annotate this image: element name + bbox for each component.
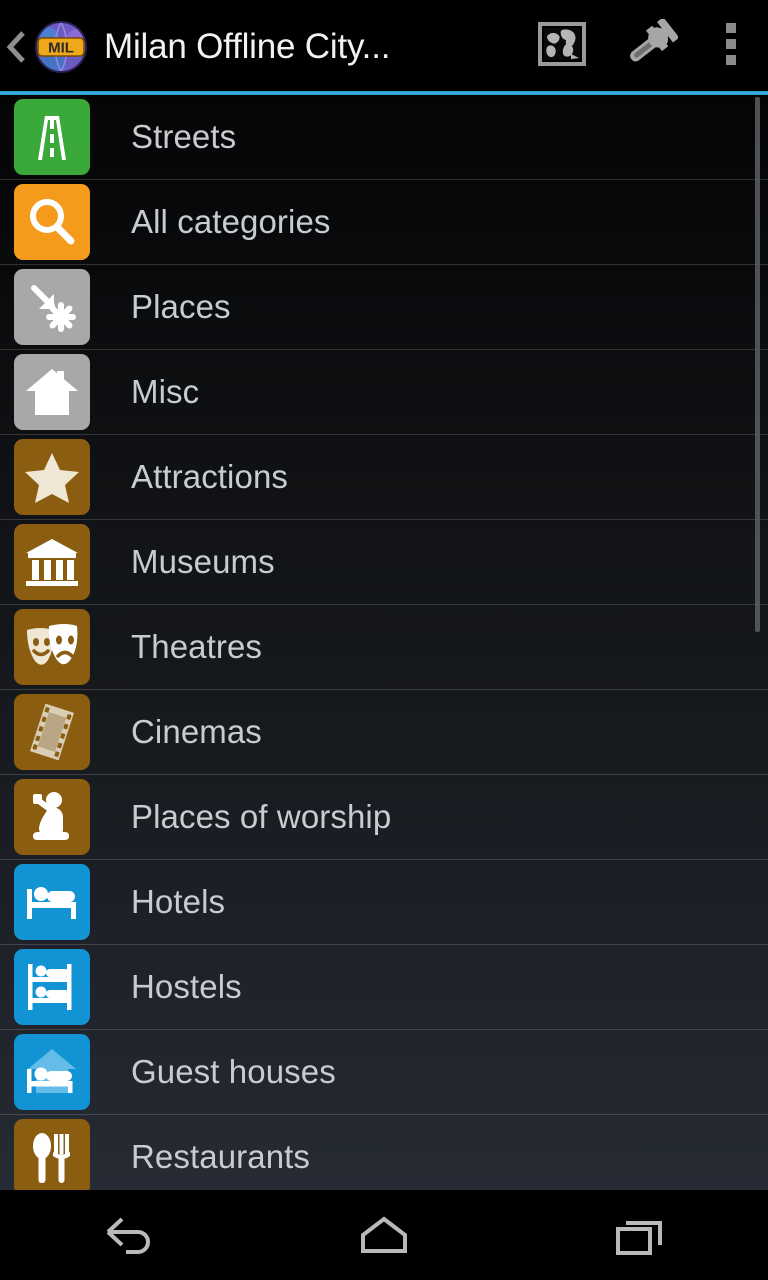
list-item-museums[interactable]: Museums bbox=[0, 520, 768, 605]
list-item-streets[interactable]: Streets bbox=[0, 95, 768, 180]
road-icon bbox=[14, 99, 90, 175]
list-item-label: Attractions bbox=[131, 458, 288, 495]
list-item-restaurants[interactable]: Restaurants bbox=[0, 1115, 768, 1190]
app-logo-globe-mil[interactable]: MIL bbox=[32, 18, 90, 76]
list-item-label: Restaurants bbox=[131, 1138, 311, 1175]
list-item-label: Streets bbox=[131, 118, 237, 155]
museum-icon bbox=[14, 524, 90, 600]
list-item-label: Hostels bbox=[131, 968, 242, 1005]
list-item-label: Misc bbox=[131, 373, 200, 410]
list-item-label: Hotels bbox=[131, 883, 226, 920]
list-item-all-categories[interactable]: All categories bbox=[0, 180, 768, 265]
category-list[interactable]: Streets All categories Places Misc Attra… bbox=[0, 95, 768, 1190]
list-item-label: Cinemas bbox=[131, 713, 262, 750]
theatre-masks-icon bbox=[14, 609, 90, 685]
nav-back-icon bbox=[92, 1205, 164, 1265]
list-item-guest-houses[interactable]: Guest houses bbox=[0, 1030, 768, 1115]
overflow-menu-button[interactable] bbox=[694, 0, 768, 93]
list-item-hotels[interactable]: Hotels bbox=[0, 860, 768, 945]
praying-icon bbox=[14, 779, 90, 855]
nav-recents-button[interactable] bbox=[512, 1190, 768, 1280]
list-item-cinemas[interactable]: Cinemas bbox=[0, 690, 768, 775]
list-item-label: Places of worship bbox=[131, 798, 392, 835]
house-icon bbox=[14, 354, 90, 430]
list-item-label: Theatres bbox=[131, 628, 263, 665]
list-item-misc[interactable]: Misc bbox=[0, 350, 768, 435]
film-strip-icon bbox=[14, 694, 90, 770]
list-item-hostels[interactable]: Hostels bbox=[0, 945, 768, 1030]
chevron-left-icon bbox=[6, 29, 28, 65]
nav-recents-icon bbox=[604, 1205, 676, 1265]
action-bar-buttons bbox=[518, 0, 768, 93]
list-item-places-of-worship[interactable]: Places of worship bbox=[0, 775, 768, 860]
up-navigation-button[interactable] bbox=[0, 0, 34, 93]
overflow-menu-icon bbox=[724, 21, 738, 72]
list-scrollbar[interactable] bbox=[755, 97, 760, 632]
nav-home-icon bbox=[348, 1205, 420, 1265]
cutlery-icon bbox=[14, 1119, 90, 1190]
bunk-bed-icon bbox=[14, 949, 90, 1025]
map-button[interactable] bbox=[518, 0, 606, 93]
list-item-label: Museums bbox=[131, 543, 275, 580]
star-icon bbox=[14, 439, 90, 515]
wrench-icon bbox=[622, 17, 680, 74]
list-item-attractions[interactable]: Attractions bbox=[0, 435, 768, 520]
app-screen: MIL Milan Offline City... Streets All ca… bbox=[0, 0, 768, 1280]
list-item-label: Places bbox=[131, 288, 231, 325]
magnifier-icon bbox=[14, 184, 90, 260]
guesthouse-icon bbox=[14, 1034, 90, 1110]
page-title: Milan Offline City... bbox=[104, 26, 391, 66]
list-item-label: Guest houses bbox=[131, 1053, 336, 1090]
tools-button[interactable] bbox=[606, 0, 694, 93]
list-item-label: All categories bbox=[131, 203, 331, 240]
list-item-theatres[interactable]: Theatres bbox=[0, 605, 768, 690]
nav-back-button[interactable] bbox=[0, 1190, 256, 1280]
place-arrow-icon bbox=[14, 269, 90, 345]
bed-icon bbox=[14, 864, 90, 940]
system-navigation-bar bbox=[0, 1190, 768, 1280]
map-icon bbox=[538, 22, 586, 71]
nav-home-button[interactable] bbox=[256, 1190, 512, 1280]
action-bar: MIL Milan Offline City... bbox=[0, 0, 768, 93]
app-logo-text: MIL bbox=[48, 39, 74, 56]
list-item-places[interactable]: Places bbox=[0, 265, 768, 350]
